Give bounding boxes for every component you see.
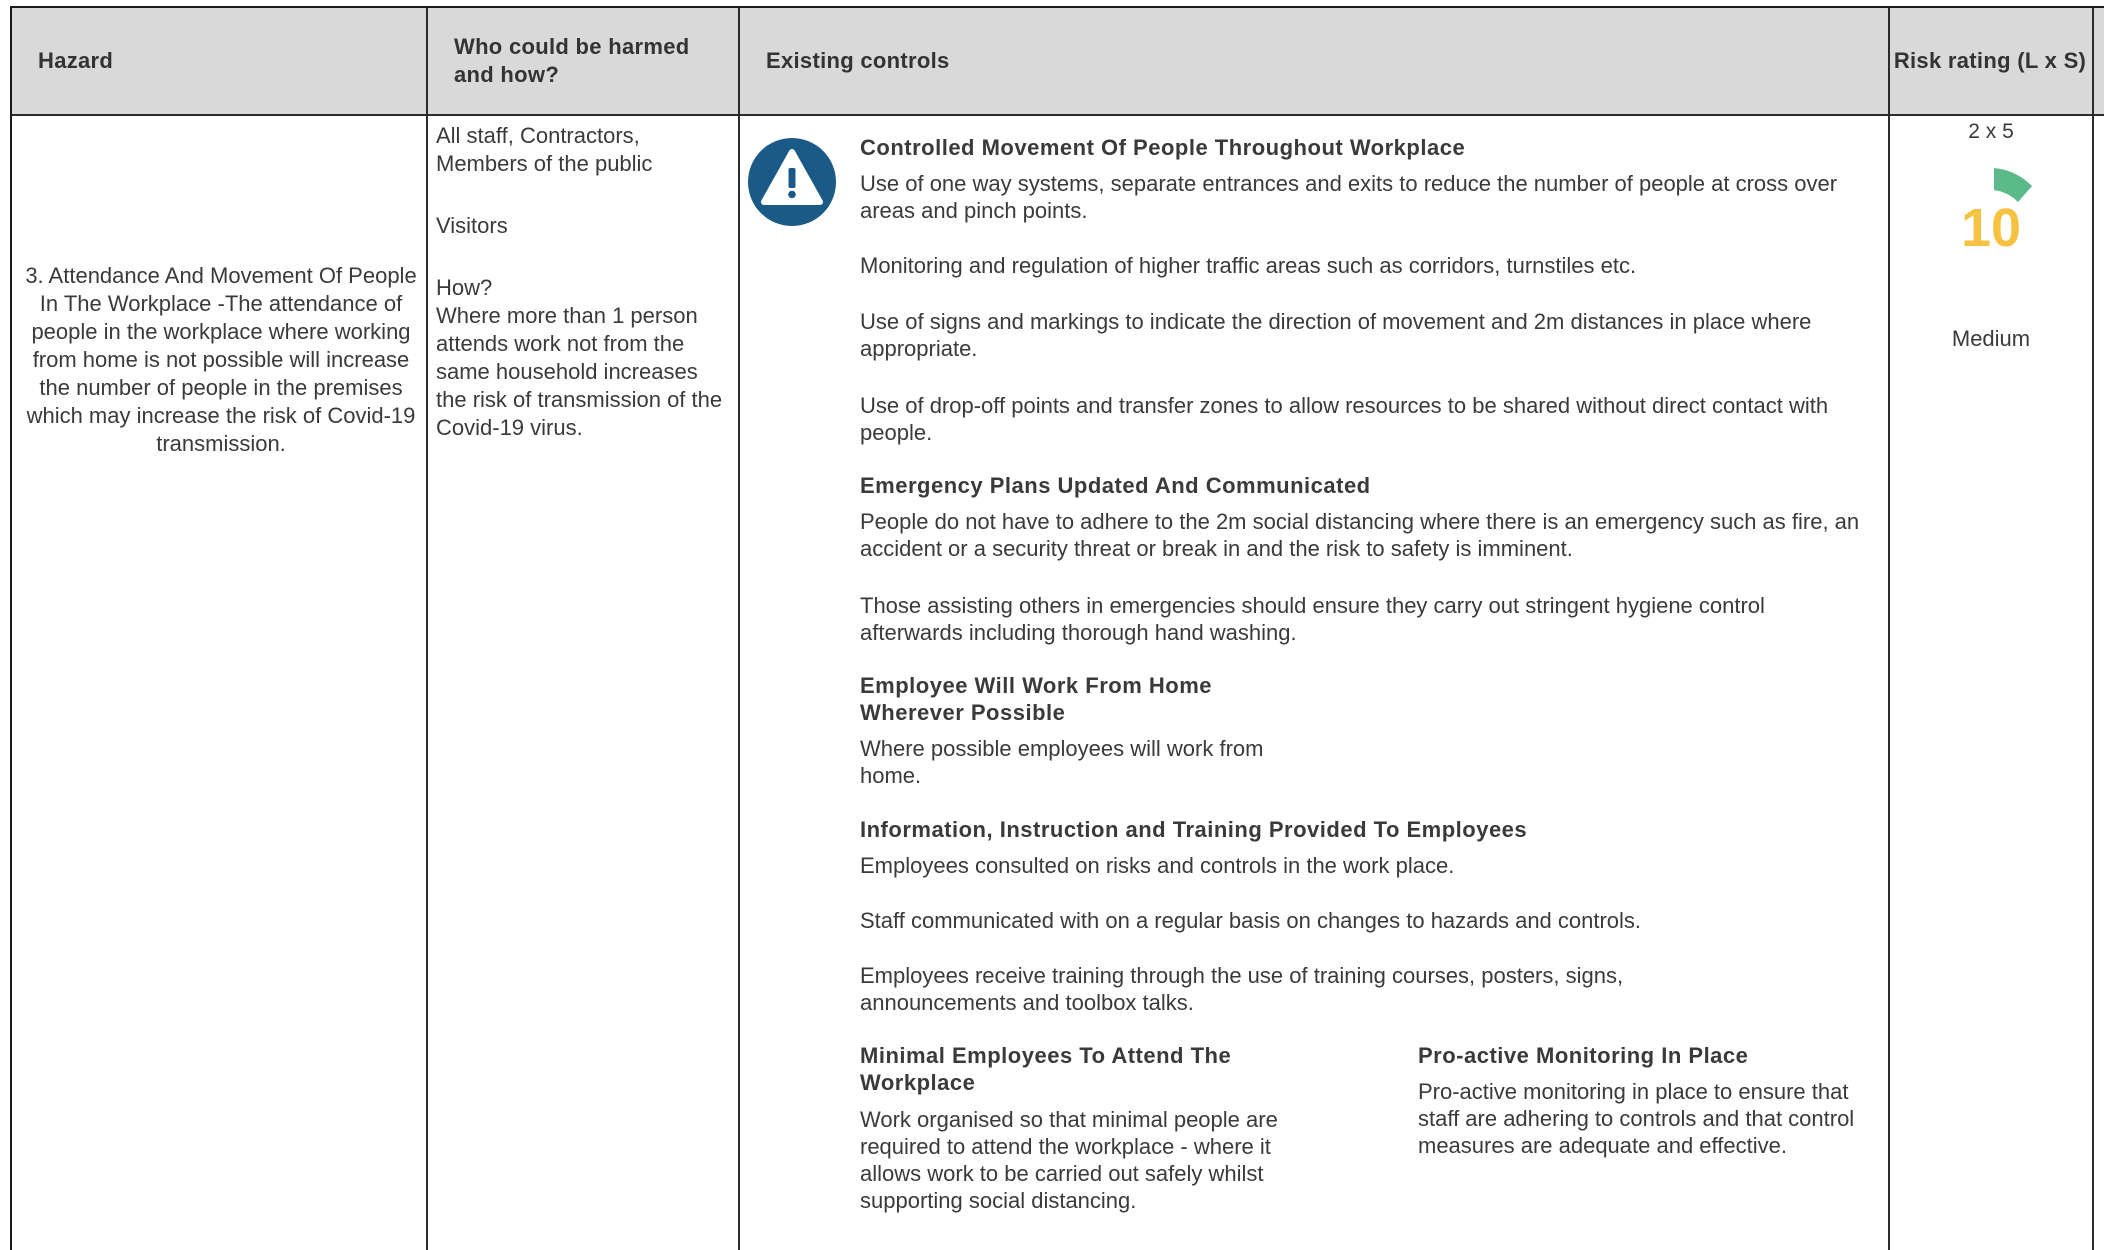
control-text: Where possible employees will work from … (860, 736, 1264, 788)
warning-icon (748, 138, 836, 226)
control-text: Those assisting others in emergencies sh… (860, 593, 1765, 645)
control-heading-minimal: Minimal Employees To Attend The Workplac… (860, 1043, 1232, 1095)
column-divider (1888, 8, 1890, 1250)
header-who-harmed: Who could be harmed and how? (454, 34, 690, 87)
header-hazard: Hazard (38, 48, 114, 73)
who-how-text: Where more than 1 person attends work no… (436, 303, 723, 440)
column-divider (738, 8, 740, 1250)
control-text: Monitoring and regulation of higher traf… (860, 253, 1637, 278)
control-heading-movement: Controlled Movement Of People Throughout… (860, 135, 1466, 160)
control-text: Pro-active monitoring in place to ensure… (1418, 1079, 1855, 1158)
control-text: Employees receive training through the u… (860, 963, 1624, 1015)
control-heading-wfh: Employee Will Work From Home Wherever Po… (860, 673, 1213, 725)
control-heading-proactive: Pro-active Monitoring In Place (1418, 1043, 1749, 1068)
control-text: Use of signs and markings to indicate th… (860, 309, 1812, 361)
risk-score: 10 (1960, 198, 2022, 258)
control-text: Staff communicated with on a regular bas… (860, 908, 1642, 933)
hazard-description: 3. Attendance And Movement Of People In … (25, 263, 417, 456)
column-divider (426, 8, 428, 1250)
header-existing-controls: Existing controls (766, 48, 950, 73)
who-how-label: How? (436, 275, 493, 300)
control-text: Work organised so that minimal people ar… (860, 1107, 1278, 1213)
control-text: Use of drop-off points and transfer zone… (860, 393, 1829, 445)
risk-level: Medium (1951, 326, 2031, 351)
control-heading-training: Information, Instruction and Training Pr… (860, 817, 1528, 842)
column-divider (2092, 8, 2094, 1250)
risk-likelihood-severity: 2 x 5 (1968, 120, 2014, 143)
table-left-border (10, 6, 12, 1250)
control-text: Use of one way systems, separate entranc… (860, 171, 1838, 223)
control-text: People do not have to adhere to the 2m s… (860, 509, 1860, 561)
who-visitors: Visitors (436, 213, 508, 238)
control-text: Employees consulted on risks and control… (860, 853, 1455, 878)
who-harmed-cell: All staff, Contractors, Members of the p… (436, 122, 728, 442)
control-heading-emergency: Emergency Plans Updated And Communicated (860, 473, 1371, 498)
header-risk-rating: Risk rating (L x S) (1893, 48, 2087, 73)
who-groups: All staff, Contractors, Members of the p… (436, 123, 653, 176)
